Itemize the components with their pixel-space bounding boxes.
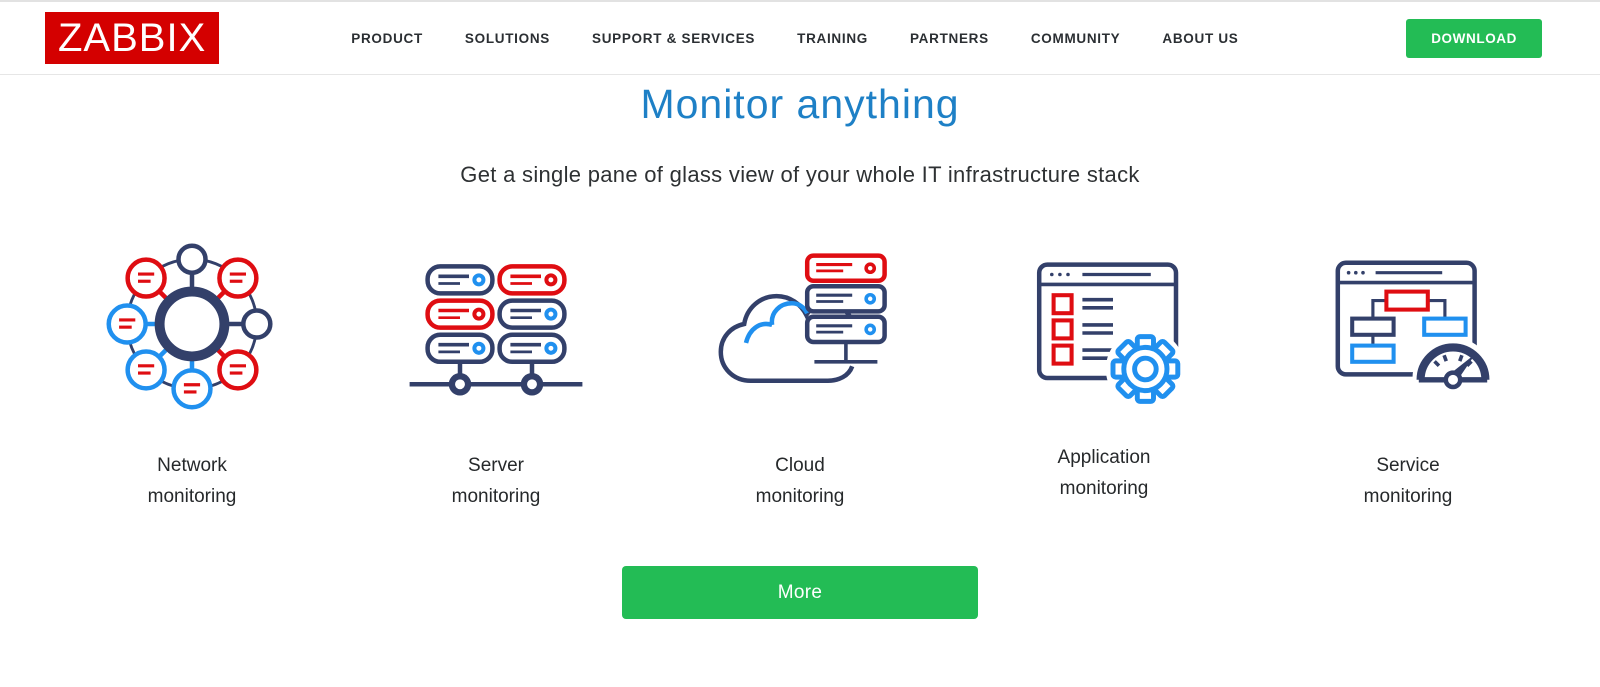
nav-item-solutions[interactable]: SOLUTIONS: [465, 31, 550, 46]
zabbix-logo[interactable]: ZABBIX: [45, 12, 220, 64]
cloud-monitoring-icon: [718, 253, 887, 383]
nav-item-support-services[interactable]: SUPPORT & SERVICES: [592, 31, 755, 46]
feature-label: Cloud monitoring: [755, 455, 845, 507]
page-subtitle: Get a single pane of glass view of your …: [460, 162, 1140, 187]
network-monitoring-icon: [106, 243, 273, 410]
feature-label: Server monitoring: [451, 455, 541, 507]
nav-item-community[interactable]: COMMUNITY: [1031, 31, 1121, 46]
site-header: ZABBIX PRODUCT SOLUTIONS SUPPORT & SERVI…: [0, 2, 1600, 75]
feature-label: Network monitoring: [147, 455, 237, 507]
nav-item-partners[interactable]: PARTNERS: [910, 31, 989, 46]
nav-item-training[interactable]: TRAINING: [797, 31, 868, 46]
feature-label: Application monitoring: [1057, 447, 1151, 499]
main-nav: PRODUCT SOLUTIONS SUPPORT & SERVICES TRA…: [351, 31, 1238, 46]
feature-cloud-monitoring[interactable]: Cloud monitoring: [648, 234, 952, 512]
nav-item-about-us[interactable]: ABOUT US: [1162, 31, 1238, 46]
server-monitoring-icon: [409, 264, 583, 396]
feature-service-monitoring[interactable]: Service monitoring: [1256, 234, 1560, 512]
download-button[interactable]: DOWNLOAD: [1406, 18, 1542, 58]
more-button[interactable]: More: [622, 566, 978, 619]
feature-row: Network monitoring Server monitoring Clo…: [0, 234, 1600, 512]
gear-icon: [1105, 329, 1185, 409]
application-monitoring-icon: [1036, 262, 1185, 409]
nav-item-product[interactable]: PRODUCT: [351, 31, 423, 46]
feature-network-monitoring[interactable]: Network monitoring: [40, 234, 344, 512]
page-title: Monitor anything: [640, 81, 960, 127]
feature-server-monitoring[interactable]: Server monitoring: [344, 234, 648, 512]
service-monitoring-icon: [1335, 260, 1494, 414]
feature-label: Service monitoring: [1363, 455, 1453, 507]
feature-application-monitoring[interactable]: Application monitoring: [952, 234, 1256, 512]
